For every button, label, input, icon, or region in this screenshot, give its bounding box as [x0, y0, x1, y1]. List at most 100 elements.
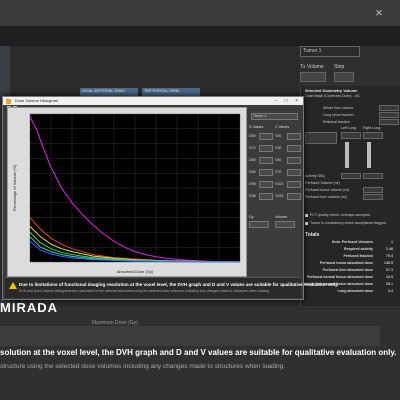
v-value-field[interactable] [287, 133, 301, 140]
volume-field[interactable] [275, 221, 295, 228]
step-field[interactable] [334, 72, 354, 82]
activity-right-field[interactable] [363, 173, 383, 179]
structure-combo[interactable]: Tumor 1 [251, 113, 298, 120]
d-value-label: D70 [249, 146, 256, 150]
tumor-checkbox[interactable] [305, 222, 308, 225]
tx-volume-field[interactable] [300, 72, 326, 82]
dv-rows: D50 V20 D70 V30 D80 V40 D90 V70 D95 V100 D98 V120 [249, 133, 301, 205]
d-value-field[interactable] [259, 145, 273, 152]
perfused-volume-label: Perfused Volume (ml) [305, 181, 340, 185]
x-axis-label: Absorbed Dose (Gy) [117, 269, 154, 274]
v-value-field[interactable] [287, 169, 301, 176]
totals-label: Perfused fraction [343, 254, 373, 258]
v-value-field[interactable] [287, 157, 301, 164]
dvh-plot-frame: Absorbed Dose (Gy) Percentage of Volume (… [7, 107, 247, 277]
v-value-field[interactable] [287, 181, 301, 188]
totals-label: Num. Perfused Volumes [331, 240, 373, 244]
activity-left-field[interactable] [341, 173, 361, 179]
residual-label: Residual fraction [323, 120, 350, 124]
units-field[interactable] [249, 221, 269, 228]
totals-row: Perfused tumor absorbed dose 148.5 [305, 261, 399, 268]
d-value-label: D98 [249, 194, 256, 198]
v-value-field[interactable] [287, 145, 301, 152]
totals-table: Num. Perfused Volumes 1 Required activity 2… [303, 240, 399, 296]
dv-row: D50 V20 [249, 133, 301, 145]
perfused-tumor-label: Perfused tumor volume (ml) [305, 188, 350, 192]
viewport-tab[interactable]: TAP PORTAL DWM [142, 88, 200, 96]
dvh-dialog: Dose Volume Histogram – □ × Absorbed Dos… [2, 96, 339, 300]
totals-value: 34.9 [386, 275, 393, 279]
d-value-label: D95 [249, 182, 256, 186]
d-value-label: D80 [249, 158, 256, 162]
whole-liver-field[interactable] [379, 105, 399, 111]
right-lung-field[interactable] [363, 132, 383, 139]
window-controls[interactable]: – □ × [275, 97, 302, 105]
totals-label: Lung absorbed dose [337, 289, 373, 293]
v-value-label: V100 [275, 182, 284, 186]
totals-value: 2.46 [386, 247, 393, 251]
app-titlebar [0, 0, 400, 27]
totals-value: 148.5 [384, 261, 393, 265]
volume-label: Volume [275, 215, 287, 219]
bottom-band [0, 326, 380, 346]
viewport-tab[interactable]: AXIAL ARTERIAL DWM [80, 88, 138, 96]
perfused-liver-label: Perfused liver volume (ml) [305, 195, 347, 199]
v-values-header: V Values [275, 125, 290, 129]
step-label: Step [334, 64, 345, 70]
perfused-liver-field[interactable] [363, 194, 383, 200]
left-lung-slider[interactable] [345, 142, 349, 168]
totals-label: Perfused normal tissue absorbed dose [306, 275, 373, 279]
warning-banner: Due to limitations of functional imaging… [5, 277, 339, 298]
v-value-field[interactable] [287, 193, 301, 200]
background-warning: solution at the voxel level, the DVH gra… [0, 348, 397, 357]
background-warning-sub: structure using the selected dose volume… [0, 363, 286, 370]
left-lung-header: Left Lung [341, 126, 356, 130]
perfused-tumor-field[interactable] [363, 187, 383, 193]
d-value-field[interactable] [259, 181, 273, 188]
v-value-label: V70 [275, 170, 282, 174]
d-value-label: D90 [249, 170, 256, 174]
lung-shunt-label: Lung shunt fraction [323, 113, 354, 117]
v-value-label: V40 [275, 158, 282, 162]
dv-row: D70 V30 [249, 145, 301, 157]
left-lung-field[interactable] [341, 132, 361, 139]
totals-value: 25.1 [386, 282, 393, 286]
d-value-field[interactable] [259, 133, 273, 140]
totals-label: Required activity [344, 247, 373, 251]
dose-combo[interactable]: Tumor 1 [300, 46, 360, 57]
app-icon [6, 98, 11, 104]
dialog-titlebar: Dose Volume Histogram – □ × [3, 97, 303, 105]
totals-label: Perfused tumor absorbed dose [319, 261, 373, 265]
dv-row: D80 V40 [249, 157, 301, 169]
lung-shunt-field[interactable] [379, 112, 399, 118]
dv-row: D95 V100 [249, 181, 301, 193]
warning-text: Due to limitations of functional imaging… [19, 282, 339, 287]
d-value-field[interactable] [259, 169, 273, 176]
warning-subtext: DVH and Dose Volume histograms are calcu… [19, 289, 270, 293]
totals-row: Lung absorbed dose 3.4 [305, 289, 399, 296]
totals-row: Perfused normal tissue absorbed dose 34.9 [305, 275, 399, 282]
totals-value: 57.3 [386, 268, 393, 272]
totals-label: Perfused liver absorbed dose [322, 268, 373, 272]
v-value-label: V120 [275, 194, 284, 198]
activity-label: Activity GBq [305, 174, 325, 178]
totals-row: Num. Perfused Volumes 1 [305, 240, 399, 247]
d-value-field[interactable] [259, 193, 273, 200]
v-value-label: V30 [275, 146, 282, 150]
panel-subtitle: Dose Mask (Corrected Dose) - 4/1 [305, 94, 360, 98]
close-icon[interactable]: × [372, 6, 386, 20]
right-lung-header: Right Lung [363, 126, 381, 130]
lung-region-field[interactable] [305, 132, 337, 144]
dvh-chart: Absorbed Dose (Gy) Percentage of Volume (… [12, 113, 241, 274]
panel-title: Selected Dosimetry Volume [305, 88, 358, 93]
right-lung-slider[interactable] [367, 142, 371, 168]
residual-field[interactable] [379, 119, 399, 125]
d-values-header: D Values [249, 125, 264, 129]
warning-icon [9, 282, 17, 289]
totals-row: Perfused liver absorbed dose 57.3 [305, 268, 399, 275]
d-value-label: D50 [249, 134, 256, 138]
pct-checkbox[interactable] [305, 214, 308, 217]
dialog-title: Dose Volume Histogram [15, 98, 59, 103]
d-value-field[interactable] [259, 157, 273, 164]
pct-check-label: PCT quality check: overlaps accepted [310, 213, 371, 217]
